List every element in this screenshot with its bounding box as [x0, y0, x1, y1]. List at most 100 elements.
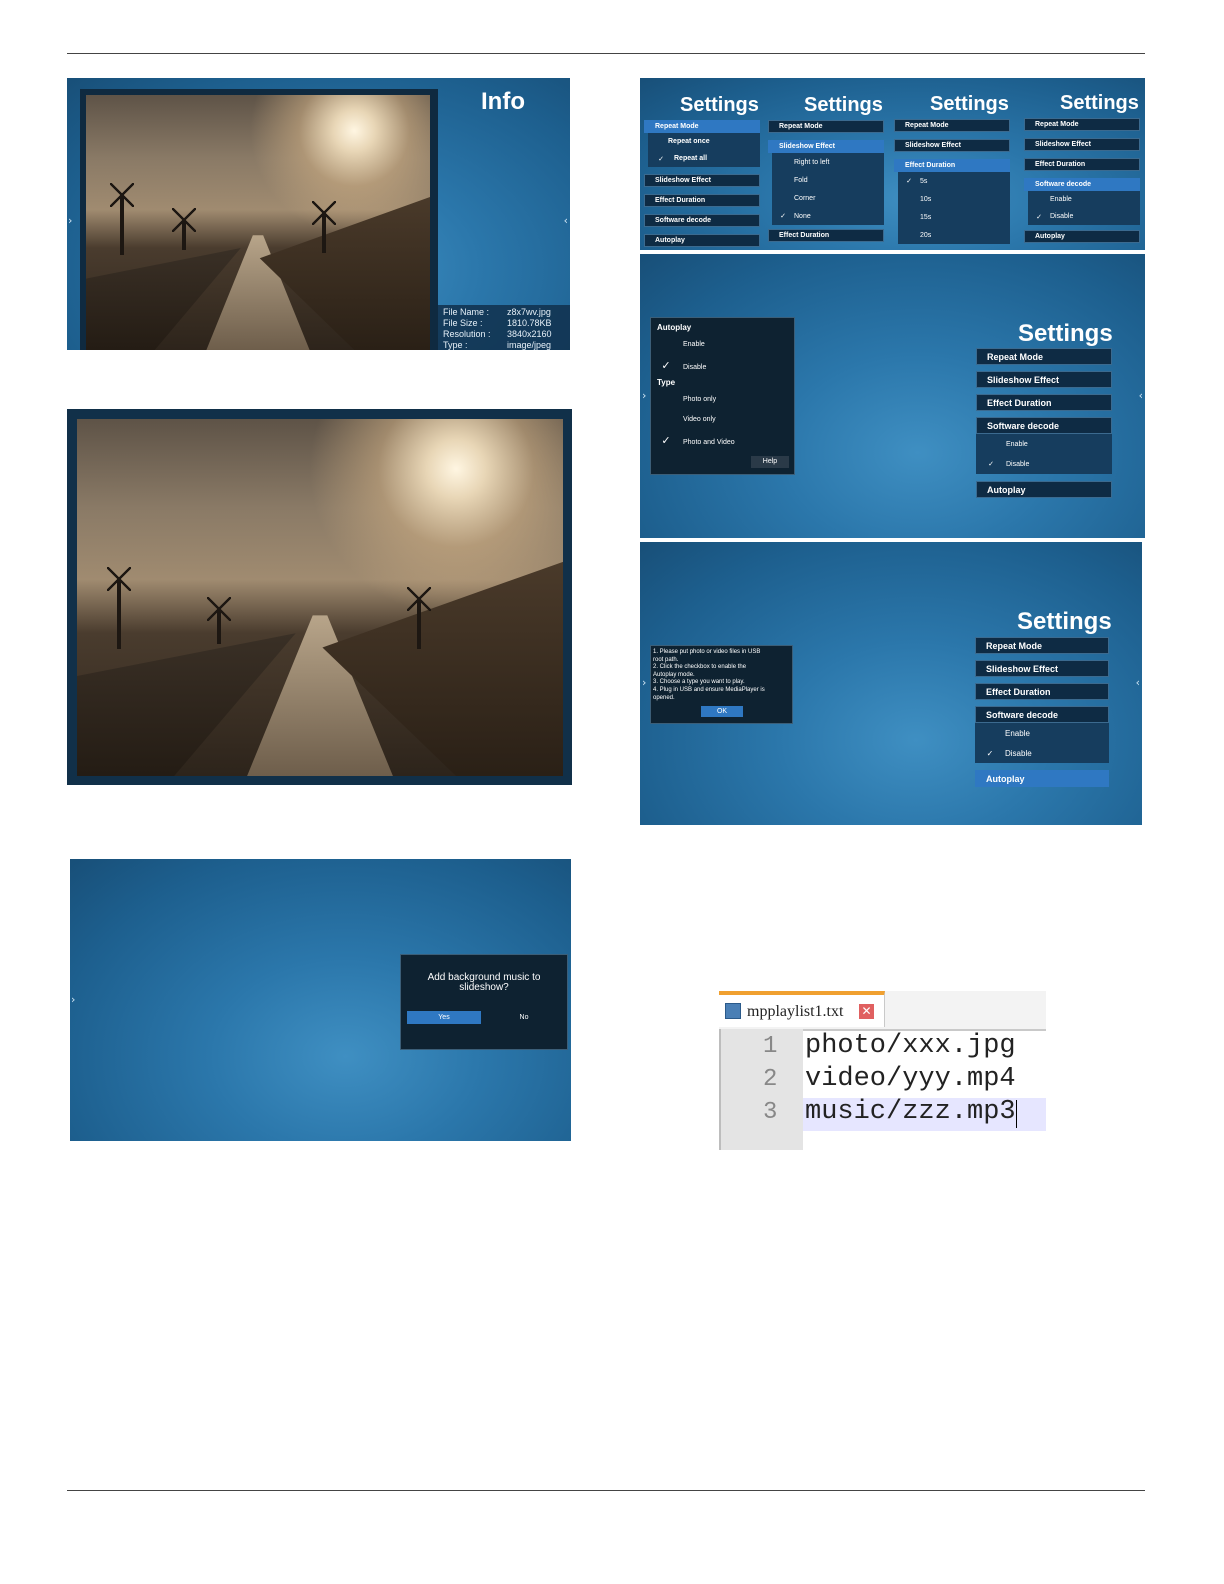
option-video-only[interactable]: Video only — [683, 416, 716, 423]
checkmark-icon: ✓ — [1036, 213, 1042, 221]
yes-button[interactable]: Yes — [407, 1011, 481, 1024]
option-repeat-all[interactable]: ✓ Repeat all — [648, 150, 760, 167]
menu-repeat-mode[interactable]: Repeat Mode — [894, 119, 1010, 132]
option-15s[interactable]: 15s — [898, 208, 1010, 226]
checkmark-icon: ✓ — [906, 178, 912, 185]
checkmark-icon: ✓ — [661, 360, 671, 372]
settings-title: Settings — [1018, 320, 1113, 347]
left-arrow-icon[interactable]: › — [68, 214, 72, 227]
option-disable[interactable]: ✓ Disable — [659, 359, 706, 372]
menu-autoplay[interactable]: Autoplay — [1024, 230, 1140, 243]
option-20s[interactable]: 20s — [898, 226, 1010, 244]
menu-effect-duration[interactable]: Effect Duration — [644, 194, 760, 207]
ok-button[interactable]: OK — [701, 706, 743, 717]
info-value: 1810.78KB — [507, 318, 552, 328]
playlist-line[interactable]: photo/xxx.jpg — [805, 1031, 1016, 1061]
help-text: 1. Please put photo or video files in US… — [653, 649, 765, 701]
option-none[interactable]: ✓ None — [772, 207, 884, 225]
menu-software-decode[interactable]: Software decode — [975, 706, 1109, 723]
info-value: 3840x2160 — [507, 329, 552, 339]
menu-software-decode[interactable]: Software decode — [1024, 178, 1140, 191]
settings-title: Settings — [680, 94, 759, 116]
left-arrow-icon[interactable]: › — [642, 389, 646, 402]
windmill-photo — [86, 95, 430, 350]
text-cursor — [1016, 1100, 1017, 1128]
menu-repeat-mode[interactable]: Repeat Mode — [1024, 118, 1140, 131]
info-screen: Info › ‹ File Name : z8x7wv.jpg File Siz… — [67, 78, 570, 350]
line-number: 2 — [763, 1066, 778, 1093]
settings-title: Settings — [1017, 608, 1112, 635]
menu-software-decode[interactable]: Software decode — [976, 417, 1112, 434]
menu-repeat-mode[interactable]: Repeat Mode — [976, 348, 1112, 365]
menu-slideshow-effect[interactable]: Slideshow Effect — [768, 140, 884, 153]
option-enable[interactable]: Enable — [683, 341, 705, 348]
playlist-line[interactable]: music/zzz.mp3 — [805, 1097, 1016, 1127]
line-number: 3 — [763, 1099, 778, 1126]
option-fold[interactable]: Fold — [772, 171, 884, 189]
menu-autoplay[interactable]: Autoplay — [976, 481, 1112, 498]
background-music-dialog: Add background music to slideshow? Yes N… — [400, 954, 568, 1050]
left-arrow-icon[interactable]: › — [642, 676, 646, 689]
menu-effect-duration[interactable]: Effect Duration — [1024, 158, 1140, 171]
autoplay-screen: › ‹ Settings Repeat Mode Slideshow Effec… — [640, 254, 1145, 538]
line-gutter — [719, 1029, 803, 1150]
menu-slideshow-effect[interactable]: Slideshow Effect — [644, 174, 760, 187]
info-row: Type : — [443, 340, 468, 350]
menu-autoplay[interactable]: Autoplay — [644, 234, 760, 247]
help-screen: › ‹ Settings Repeat Mode Slideshow Effec… — [640, 542, 1142, 825]
menu-effect-duration[interactable]: Effect Duration — [768, 229, 884, 242]
info-row: Resolution : — [443, 329, 491, 339]
menu-slideshow-effect[interactable]: Slideshow Effect — [975, 660, 1109, 677]
option-right-to-left[interactable]: Right to left — [772, 153, 884, 171]
option-disable[interactable]: ✓ Disable — [1028, 208, 1140, 225]
option-5s[interactable]: ✓ 5s — [898, 172, 1010, 190]
menu-repeat-mode[interactable]: Repeat Mode — [644, 120, 760, 133]
fullscreen-photo-screen — [67, 409, 572, 785]
option-enable[interactable]: Enable — [975, 723, 1109, 743]
help-dialog: 1. Please put photo or video files in US… — [650, 645, 793, 724]
menu-repeat-mode[interactable]: Repeat Mode — [975, 637, 1109, 654]
menu-effect-duration[interactable]: Effect Duration — [975, 683, 1109, 700]
right-arrow-icon[interactable]: ‹ — [1136, 676, 1140, 689]
duration-submenu: ✓ 5s 10s 15s 20s — [898, 172, 1010, 244]
tab-filename: mpplaylist1.txt — [747, 1003, 844, 1020]
menu-software-decode[interactable]: Software decode — [644, 214, 760, 227]
option-10s[interactable]: 10s — [898, 190, 1010, 208]
option-disable[interactable]: ✓ Disable — [975, 743, 1109, 763]
settings-title: Settings — [930, 93, 1009, 115]
option-photo-and-video[interactable]: ✓ Photo and Video — [659, 434, 734, 447]
file-info-table: File Name : z8x7wv.jpg File Size : 1810.… — [438, 305, 570, 350]
settings-panel-duration: Settings Repeat Mode Slideshow Effect Ef… — [892, 78, 1018, 250]
background-music-screen: › ‹ Add background music to slideshow? Y… — [70, 859, 571, 1141]
info-row: File Name : — [443, 307, 490, 317]
menu-repeat-mode[interactable]: Repeat Mode — [768, 120, 884, 133]
info-title: Info — [481, 88, 525, 115]
tab-playlist-file[interactable]: mpplaylist1.txt ✕ — [719, 991, 885, 1027]
settings-panel-slideshow: Settings Repeat Mode Slideshow Effect Ri… — [766, 78, 892, 250]
menu-autoplay[interactable]: Autoplay — [975, 770, 1109, 787]
playlist-line[interactable]: video/yyy.mp4 — [805, 1064, 1016, 1094]
option-repeat-once[interactable]: Repeat once — [648, 133, 760, 150]
dialog-question: Add background music to slideshow? — [427, 972, 541, 993]
repeat-submenu: Repeat once ✓ Repeat all — [648, 133, 760, 167]
notepad-playlist: mpplaylist1.txt ✕ 1 2 3 photo/xxx.jpg vi… — [719, 991, 1046, 1150]
left-arrow-icon[interactable]: › — [71, 993, 75, 1006]
option-enable[interactable]: Enable — [976, 434, 1112, 454]
menu-effect-duration[interactable]: Effect Duration — [976, 394, 1112, 411]
checkmark-icon: ✓ — [986, 748, 994, 758]
close-tab-icon[interactable]: ✕ — [859, 1004, 874, 1019]
menu-effect-duration[interactable]: Effect Duration — [894, 159, 1010, 172]
menu-slideshow-effect[interactable]: Slideshow Effect — [976, 371, 1112, 388]
autoplay-dialog: Autoplay Enable ✓ Disable Type Photo only… — [650, 317, 795, 475]
menu-slideshow-effect[interactable]: Slideshow Effect — [1024, 138, 1140, 151]
menu-slideshow-effect[interactable]: Slideshow Effect — [894, 139, 1010, 152]
right-arrow-icon[interactable]: ‹ — [564, 214, 568, 227]
option-disable[interactable]: ✓ Disable — [976, 454, 1112, 474]
option-enable[interactable]: Enable — [1028, 191, 1140, 208]
help-button[interactable]: Help — [751, 456, 789, 468]
option-photo-only[interactable]: Photo only — [683, 396, 716, 403]
option-corner[interactable]: Corner — [772, 189, 884, 207]
right-arrow-icon[interactable]: ‹ — [1139, 389, 1143, 402]
info-photo-frame — [80, 89, 438, 350]
no-button[interactable]: No — [487, 1011, 561, 1024]
